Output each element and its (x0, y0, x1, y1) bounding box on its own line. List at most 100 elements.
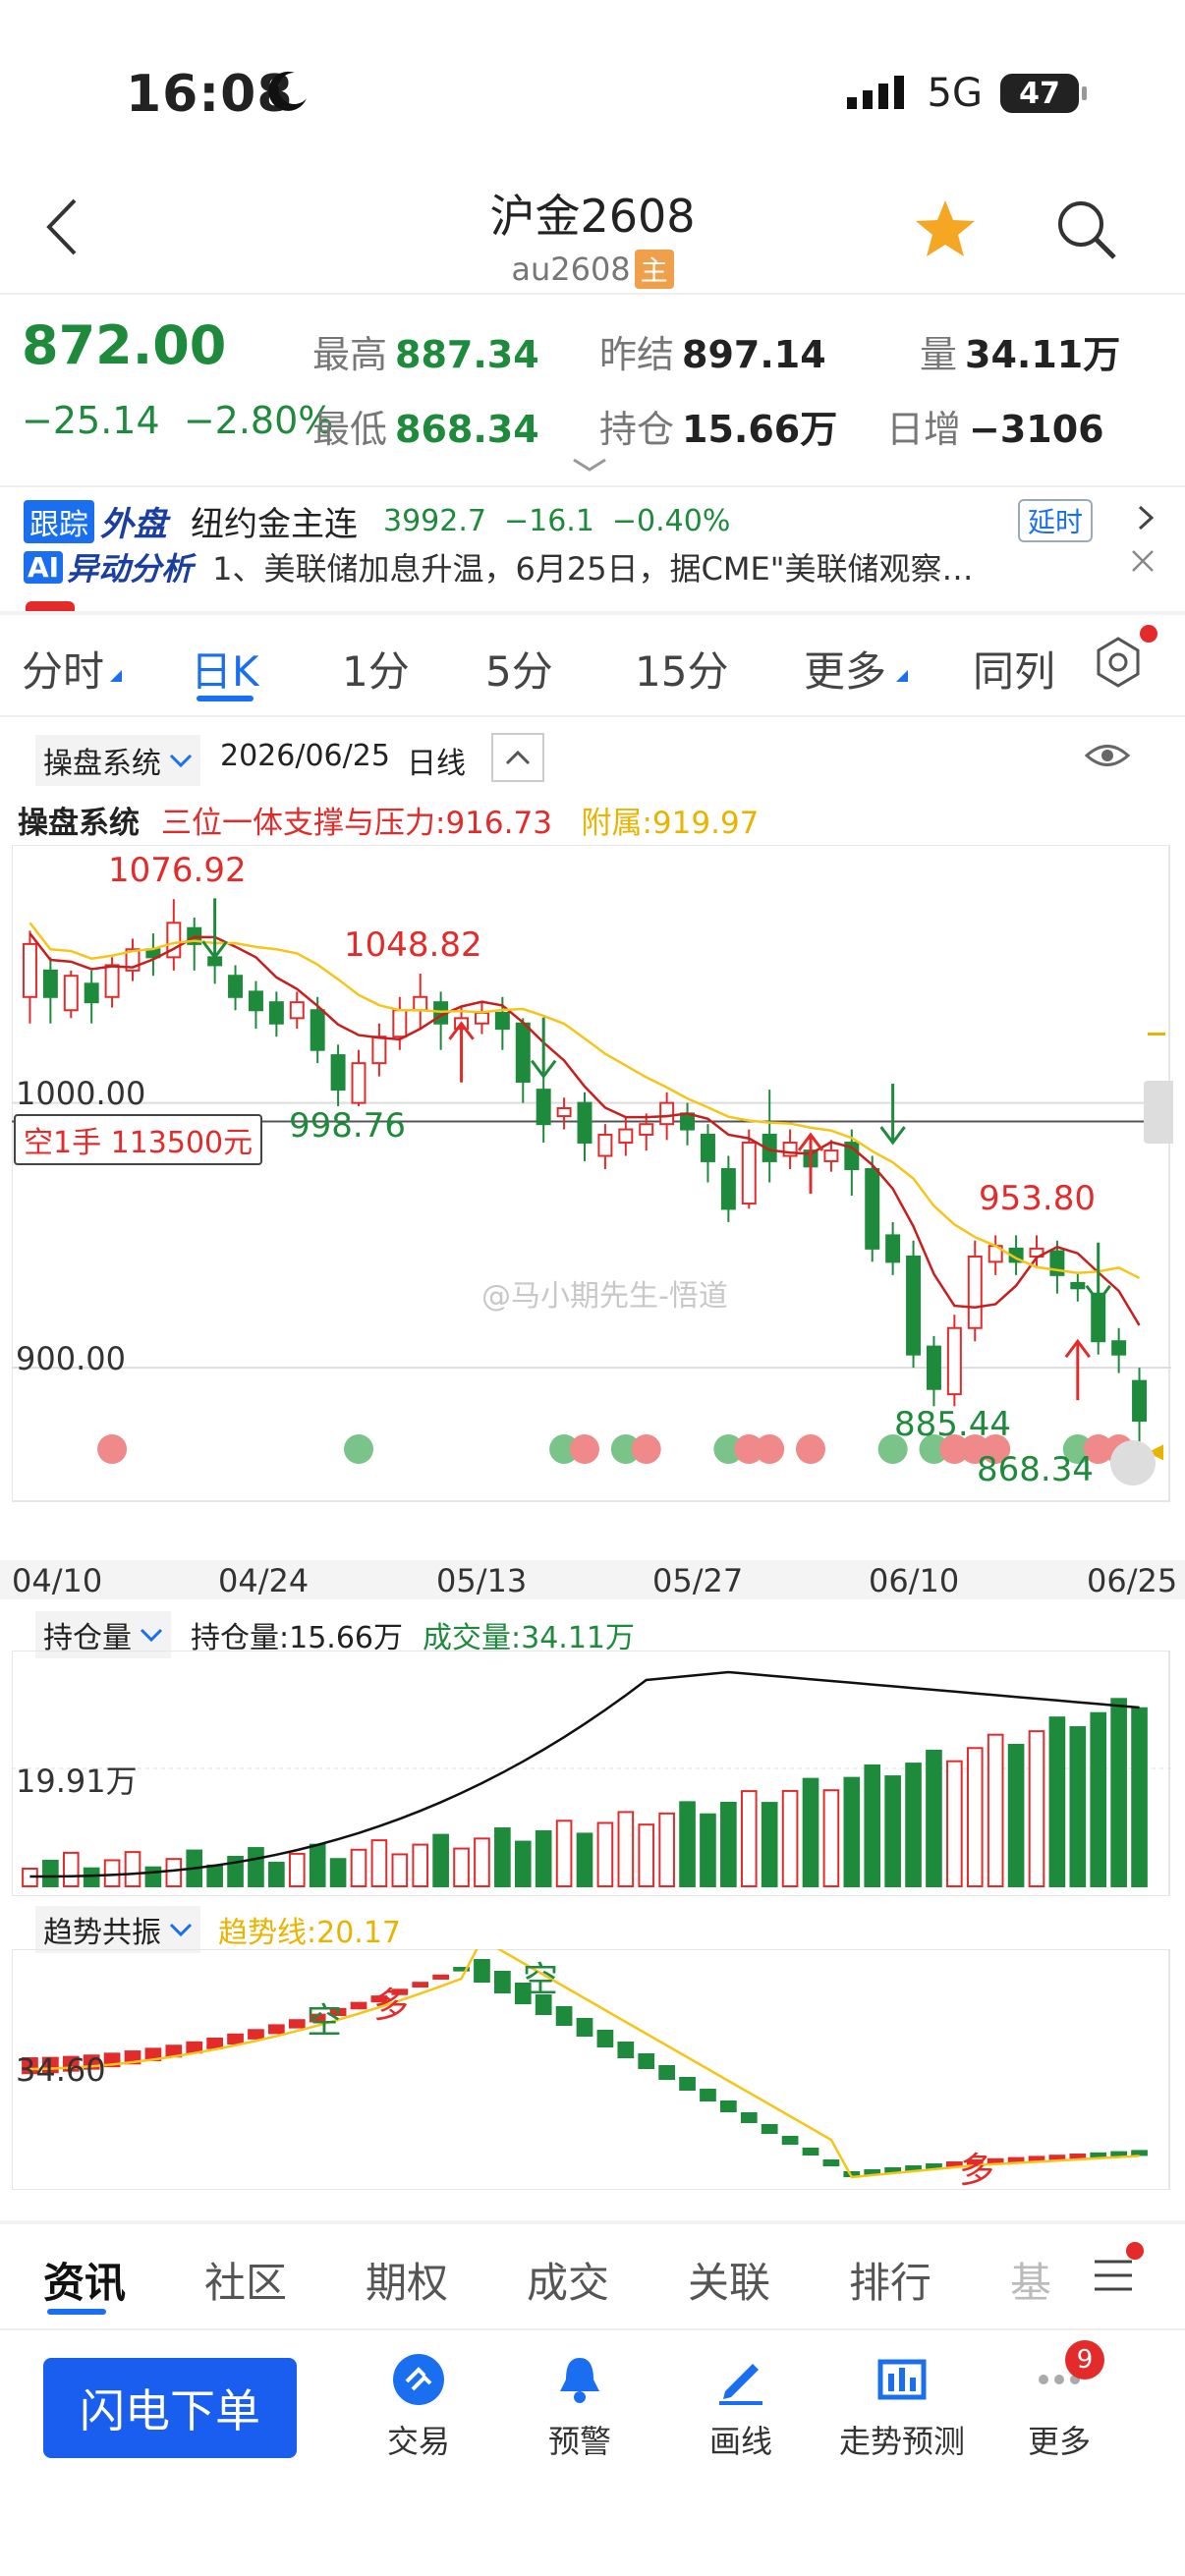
tab-trades[interactable]: 成交 (527, 2250, 609, 2310)
tab-daily-k[interactable]: 日K (191, 639, 259, 699)
chevron-up-icon (505, 750, 531, 765)
nav-alert[interactable]: 预警 (511, 2350, 649, 2462)
moon-icon (265, 69, 310, 118)
candle-body (639, 1123, 654, 1136)
pen-icon (711, 2350, 770, 2409)
nav-forecast[interactable]: 走势预测 (833, 2350, 971, 2462)
tab-timeshare[interactable]: 分时 (22, 639, 104, 699)
trend-selector[interactable]: 趋势共振 (35, 1906, 200, 1953)
expand-icon[interactable] (1110, 1440, 1156, 1485)
tab-1min[interactable]: 1分 (342, 639, 410, 699)
volume-bar (83, 1867, 100, 1887)
volume-bar (843, 1776, 861, 1887)
nav-more[interactable]: 更多 (990, 2350, 1128, 2462)
tab-fund[interactable]: 基 (1010, 2250, 1051, 2310)
side-handle[interactable] (1144, 1081, 1173, 1144)
trend-duo-1: 多 (373, 1986, 410, 2026)
x-date-6: 06/25 (1087, 1562, 1178, 1599)
volume-bar (596, 1821, 614, 1888)
x-date-5: 06/10 (869, 1562, 960, 1599)
settings-icon[interactable] (1091, 635, 1146, 694)
candle-body (618, 1128, 634, 1145)
x-date-1: 04/10 (12, 1562, 103, 1599)
menu-icon[interactable] (1093, 2258, 1134, 2297)
search-icon[interactable] (1055, 198, 1118, 265)
star-icon[interactable] (914, 198, 977, 263)
candle-body (310, 1009, 325, 1051)
trend-bar (658, 2065, 675, 2080)
candle-body (720, 1168, 736, 1210)
candle-body (330, 1054, 346, 1092)
trend-bar (596, 2030, 614, 2047)
candle-body (289, 1001, 305, 1020)
trend-bar (761, 2124, 778, 2134)
volume-bar (288, 1852, 306, 1888)
trend-bar (617, 2042, 635, 2058)
volume-bar (309, 1843, 326, 1887)
candle-body (577, 1101, 592, 1145)
tab-15min[interactable]: 15分 (635, 639, 728, 699)
ai-marker (570, 1434, 599, 1464)
page-title: 沪金2608 (489, 190, 696, 243)
candle-body (22, 942, 37, 998)
main-badge: 主 (634, 250, 674, 289)
trend-bar (555, 2006, 573, 2026)
ai-marker (631, 1434, 661, 1464)
y-label-900: 900.00 (16, 1340, 126, 1377)
foreign-ticker[interactable]: 跟踪 外盘 纽约金主连 3992.7 −16.1 −0.40% (24, 497, 730, 545)
trend-kong-1: 空 (307, 2001, 343, 2042)
candle-body (967, 1255, 983, 1329)
tab-options[interactable]: 期权 (366, 2250, 448, 2310)
nav-trade[interactable]: 交易 (350, 2350, 487, 2462)
volume-bar (350, 1848, 367, 1887)
close-icon[interactable] (1130, 548, 1156, 578)
ai-marker (344, 1434, 373, 1464)
y-label-1000: 1000.00 (16, 1075, 146, 1112)
chevron-down-icon (169, 754, 193, 767)
tab-more[interactable]: 更多 (804, 639, 886, 699)
ai-analysis[interactable]: AI 异动分析 1、美联储加息升温，6月25日，据CME"美联储观察… (24, 544, 973, 589)
volume-bar (1048, 1716, 1066, 1887)
tab-5min[interactable]: 5分 (485, 639, 553, 699)
tab-ranking[interactable]: 排行 (849, 2250, 931, 2310)
candle-body (474, 1011, 489, 1025)
battery-icon: 47 (1000, 74, 1087, 113)
trend-duo-2: 多 (959, 2151, 995, 2191)
volume-bar (248, 1847, 264, 1888)
network-label: 5G (927, 71, 983, 116)
tab-community[interactable]: 社区 (204, 2250, 287, 2310)
nav-draw[interactable]: 画线 (672, 2350, 810, 2462)
last-price: 872.00 (22, 314, 227, 376)
collapse-button[interactable] (491, 733, 544, 782)
volume-bar (576, 1832, 593, 1887)
trend-bar (700, 2089, 716, 2101)
volume-bar (124, 1851, 141, 1887)
volume-bar (535, 1830, 552, 1887)
eye-icon[interactable] (1084, 741, 1131, 774)
chevron-down-icon[interactable] (570, 456, 609, 477)
volume-bar (617, 1811, 635, 1887)
label-953: 953.80 (979, 1179, 1096, 1218)
tab-related[interactable]: 关联 (688, 2250, 770, 2310)
volume-value: 34.11万 (965, 333, 1121, 376)
chevron-right-icon[interactable] (1136, 503, 1156, 536)
attach-value: 附属:919.97 (581, 806, 760, 841)
ai-marker (97, 1434, 128, 1464)
trend-bar (474, 1959, 490, 1983)
volume-bar (42, 1859, 59, 1888)
volume-bar (987, 1733, 1004, 1887)
trend-bar (740, 2112, 758, 2123)
position-box[interactable]: 空1手 113500元 (14, 1114, 263, 1165)
trend-bar (268, 2024, 285, 2035)
volume-bar (329, 1858, 347, 1888)
volume-bar (926, 1749, 942, 1887)
prev-settle-value: 897.14 (682, 333, 826, 376)
system-selector[interactable]: 操盘系统 (35, 735, 200, 786)
low-value: 868.34 (395, 408, 539, 451)
notice-dot (1140, 625, 1157, 643)
trend-bar (494, 1971, 511, 1993)
trend-kong-2: 空 (523, 1960, 559, 2000)
tab-news[interactable]: 资讯 (43, 2250, 126, 2310)
tab-compare[interactable]: 同列 (973, 639, 1055, 699)
flash-order-button[interactable]: 闪电下单 (43, 2358, 297, 2458)
